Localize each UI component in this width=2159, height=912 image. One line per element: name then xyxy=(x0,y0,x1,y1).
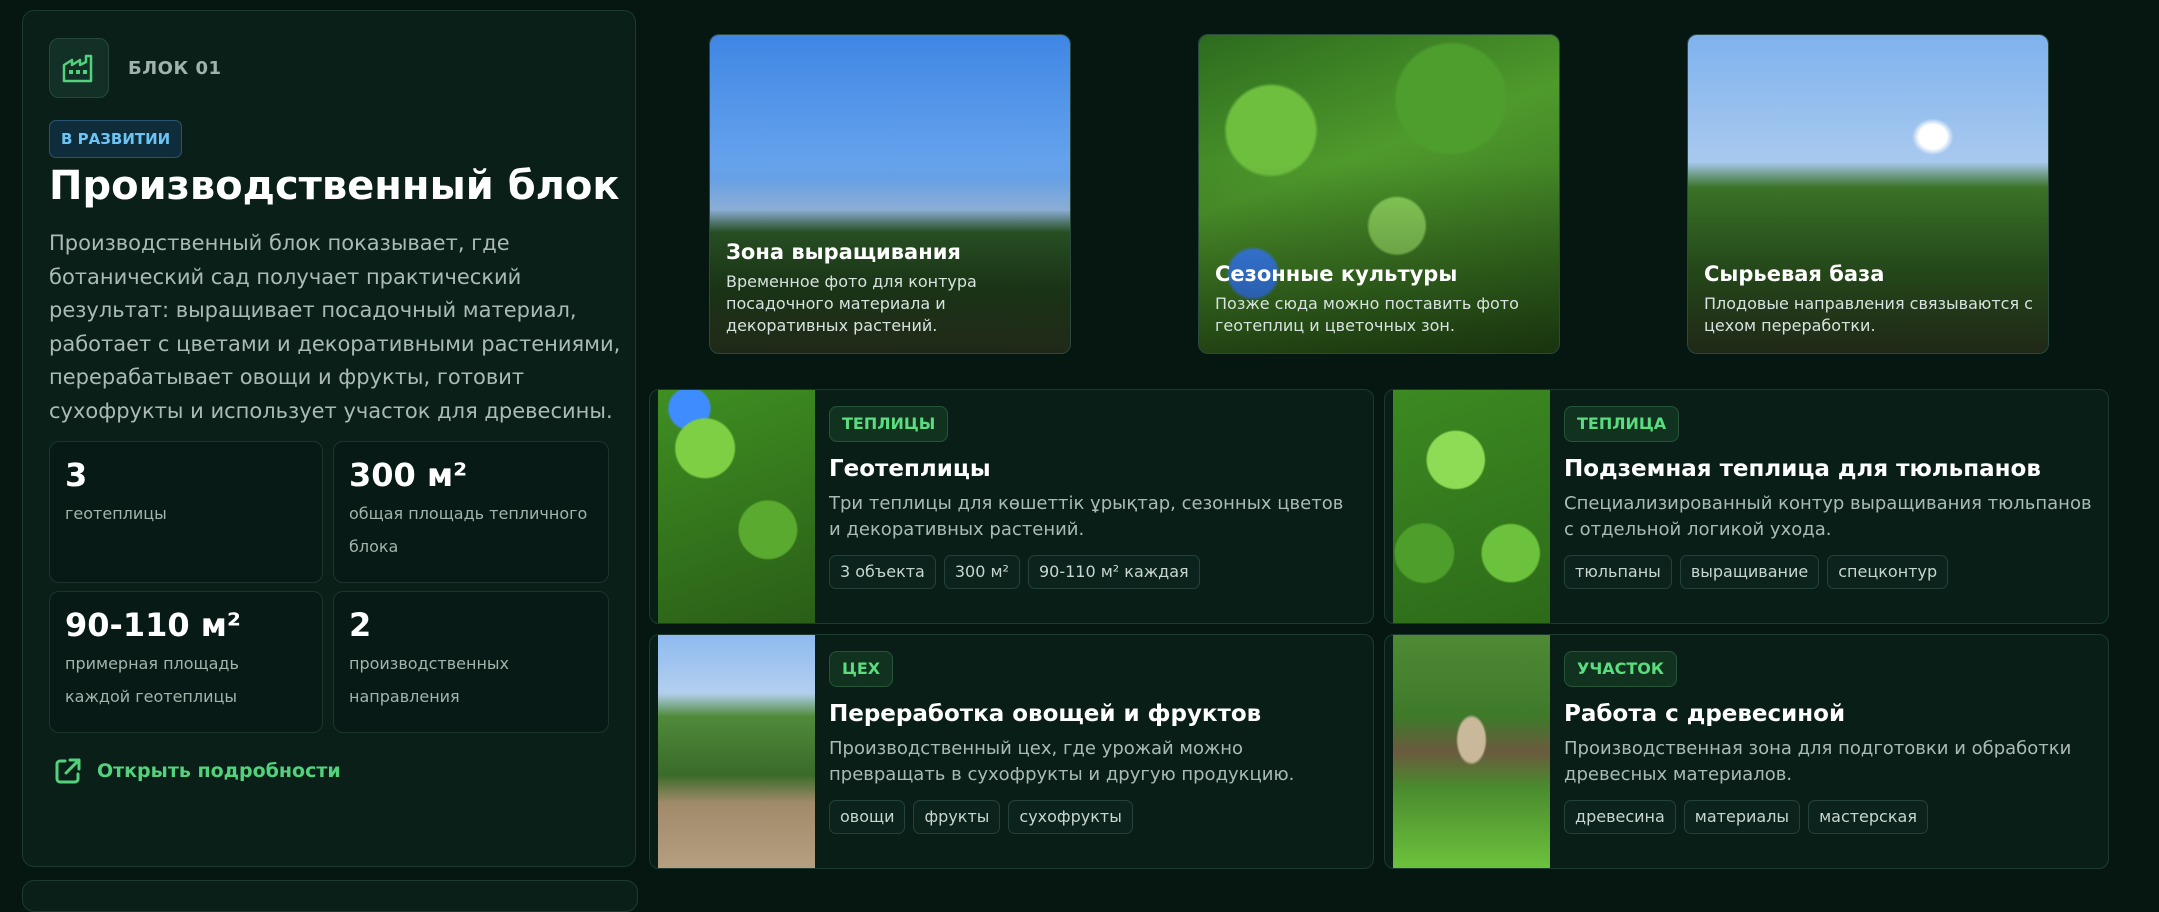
page-title: Производственный блок xyxy=(49,163,620,209)
photo-text: Позже сюда можно поставить фото геотепли… xyxy=(1215,294,1519,335)
card-chip: 90-110 м² каждая xyxy=(1027,555,1200,589)
stat-card: 2 производственных направления xyxy=(333,591,609,733)
open-details-label: Открыть подробности xyxy=(97,760,341,782)
stat-label: общая площадь тепличного блока xyxy=(349,504,588,556)
stat-card: 90-110 м² примерная площадь каждой геоте… xyxy=(49,591,323,733)
card-tulip-greenhouse[interactable]: ТЕПЛИЦА Подземная теплица для тюльпанов … xyxy=(1384,389,2109,624)
card-title: Геотеплицы xyxy=(829,456,991,482)
card-tag: ТЕПЛИЦА xyxy=(1564,406,1680,442)
card-chip: древесина xyxy=(1564,800,1676,834)
production-block-panel: БЛОК 01 В РАЗВИТИИ Производственный блок… xyxy=(22,10,636,867)
stat-value: 3 xyxy=(65,456,88,494)
card-tag: УЧАСТОК xyxy=(1564,651,1677,687)
card-thumbnail xyxy=(658,635,815,868)
card-chip: сухофрукты xyxy=(1008,800,1133,834)
card-text: Производственная зона для подготовки и о… xyxy=(1564,738,2072,785)
stat-card: 300 м² общая площадь тепличного блока xyxy=(333,441,609,583)
photo-text: Временное фото для контура посадочного м… xyxy=(726,272,977,335)
card-thumbnail xyxy=(1393,390,1550,623)
card-chip: спецконтур xyxy=(1827,555,1949,589)
card-thumbnail xyxy=(1393,635,1550,868)
card-text: Производственный цех, где урожай можно п… xyxy=(829,738,1295,785)
card-chip: 300 м² xyxy=(943,555,1020,589)
card-text: Три теплицы для көшеттік ұрықтар, сезонн… xyxy=(829,493,1344,540)
card-chip: 3 объекта xyxy=(829,555,936,589)
card-tag: ЦЕХ xyxy=(829,651,894,687)
card-title: Работа с древесиной xyxy=(1564,701,1846,727)
card-chip: выращивание xyxy=(1679,555,1820,589)
card-title: Переработка овощей и фруктов xyxy=(829,701,1262,727)
open-details-link[interactable]: Открыть подробности xyxy=(53,756,341,786)
external-link-icon xyxy=(55,758,81,784)
card-chip: мастерская xyxy=(1808,800,1928,834)
card-title: Подземная теплица для тюльпанов xyxy=(1564,456,2041,482)
card-text: Специализированный контур выращивания тю… xyxy=(1564,493,2092,540)
card-chip: материалы xyxy=(1683,800,1801,834)
stat-label: производственных направления xyxy=(349,654,510,706)
photo-card-growing-zone: Зона выращивания Временное фото для конт… xyxy=(709,34,1071,354)
stat-card: 3 геотеплицы xyxy=(49,441,323,583)
next-block-panel xyxy=(22,880,638,912)
stat-label: примерная площадь каждой геотеплицы xyxy=(65,654,239,706)
photo-title: Сезонные культуры xyxy=(1215,262,1458,286)
card-tag: ТЕПЛИЦЫ xyxy=(829,406,949,442)
card-chip: овощи xyxy=(829,800,906,834)
factory-icon xyxy=(49,38,109,98)
card-wood-area[interactable]: УЧАСТОК Работа с древесиной Производстве… xyxy=(1384,634,2109,869)
card-processing-workshop[interactable]: ЦЕХ Переработка овощей и фруктов Произво… xyxy=(649,634,1374,869)
photo-card-seasonal-crops: Сезонные культуры Позже сюда можно поста… xyxy=(1198,34,1560,354)
photo-text: Плодовые направления связываются с цехом… xyxy=(1704,294,2033,335)
card-chip: тюльпаны xyxy=(1564,555,1672,589)
stat-label: геотеплицы xyxy=(65,504,167,523)
block-description: Производственный блок показывает, где бо… xyxy=(49,231,621,423)
card-chip: фрукты xyxy=(913,800,1001,834)
photo-card-raw-material: Сырьевая база Плодовые направления связы… xyxy=(1687,34,2049,354)
stat-value: 90-110 м² xyxy=(65,606,241,644)
photo-title: Сырьевая база xyxy=(1704,262,1885,286)
stat-value: 2 xyxy=(349,606,372,644)
status-badge: В РАЗВИТИИ xyxy=(49,120,183,158)
card-geo-greenhouses[interactable]: ТЕПЛИЦЫ Геотеплицы Три теплицы для көшет… xyxy=(649,389,1374,624)
stat-value: 300 м² xyxy=(349,456,468,494)
block-label: БЛОК 01 xyxy=(128,58,222,79)
photo-title: Зона выращивания xyxy=(726,240,961,264)
card-thumbnail xyxy=(658,390,815,623)
